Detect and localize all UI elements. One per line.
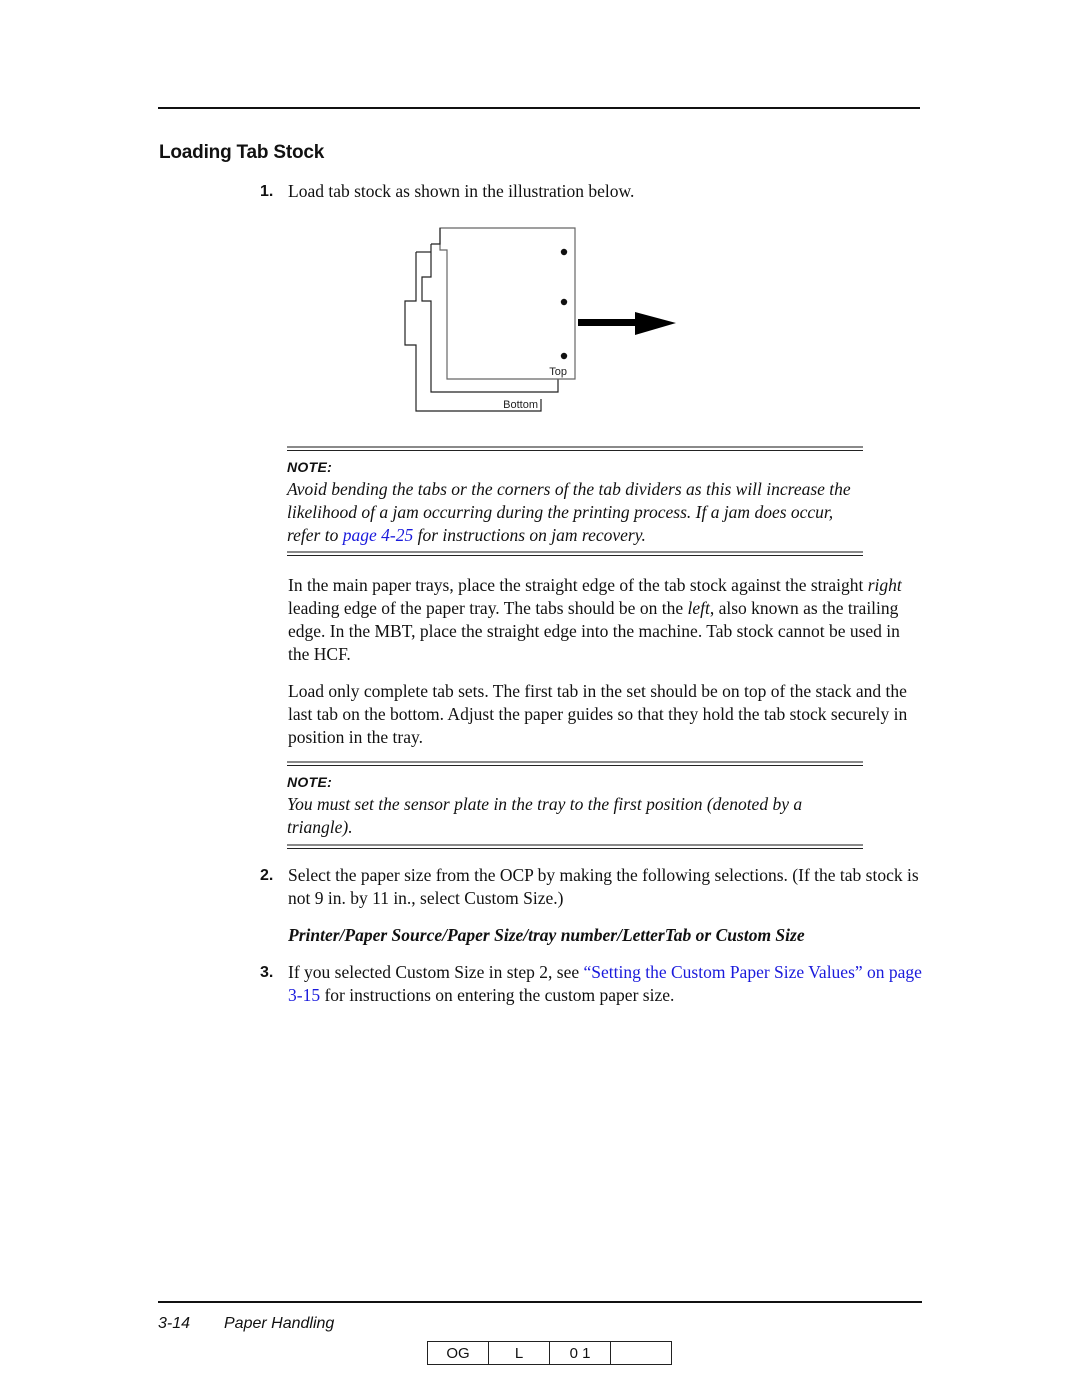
step-2: 2. Select the paper size from the OCP by… (260, 864, 925, 912)
page-number: 3-14 (158, 1315, 191, 1332)
code-cell: OG (427, 1341, 489, 1365)
arrow-right-icon (578, 312, 676, 335)
note-box-1: NOTE: Avoid bending the tabs or the corn… (287, 446, 863, 561)
menu-command-path: Printer/Paper Source/Paper Size/tray num… (288, 925, 805, 945)
bottom-label: Bottom (503, 399, 538, 411)
step-1: 1. Load tab stock as shown in the illust… (260, 180, 925, 204)
step-text: Select the paper size from the OCP by ma… (288, 865, 919, 908)
step-number: 1. (260, 183, 274, 200)
note-label: NOTE: (287, 459, 333, 475)
code-cell: 0 1 (549, 1341, 611, 1365)
punch-hole (560, 298, 568, 306)
punch-hole (560, 248, 568, 256)
paragraph-tray-placement: In the main paper trays, place the strai… (288, 575, 902, 664)
code-cell: L (488, 1341, 550, 1365)
code-cell (610, 1341, 672, 1365)
document-code-table: OG L 0 1 (427, 1341, 672, 1365)
note-text: You must set the sensor plate in the tra… (287, 794, 803, 837)
step-text: If you selected Custom Size in step 2, s… (288, 962, 922, 1005)
note-rule-bottom (287, 551, 863, 556)
step-number: 3. (260, 964, 274, 981)
section-heading: Loading Tab Stock (159, 142, 325, 163)
header-rule (158, 107, 920, 109)
page-link[interactable]: page 4-25 (343, 525, 413, 545)
top-label: Top (549, 366, 567, 378)
footer-section-title: Paper Handling (224, 1315, 335, 1332)
step-text: Load tab stock as shown in the illustrat… (288, 181, 635, 201)
note-box-2: NOTE: You must set the sensor plate in t… (287, 761, 863, 856)
step-number: 2. (260, 867, 274, 884)
note-rule-bottom (287, 844, 863, 849)
footer-rule (158, 1301, 922, 1303)
paragraph-complete-sets: Load only complete tab sets. The first t… (288, 681, 908, 747)
note-rule-top (287, 446, 863, 451)
step-3: 3. If you selected Custom Size in step 2… (260, 961, 925, 1009)
note-label: NOTE: (287, 774, 333, 790)
note-rule-top (287, 761, 863, 766)
tab-stock-illustration: Top Bottom (404, 227, 676, 412)
punch-hole (560, 352, 568, 360)
note-text: Avoid bending the tabs or the corners of… (287, 479, 851, 545)
